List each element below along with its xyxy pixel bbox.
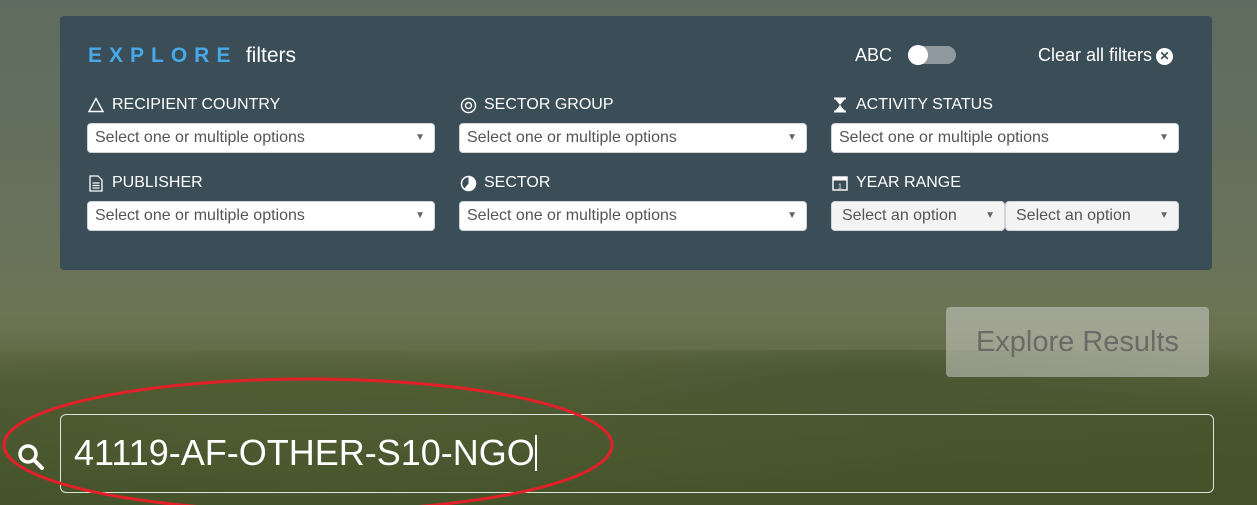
triangle-icon — [87, 96, 105, 114]
sector-label: SECTOR — [459, 174, 550, 192]
year-range-from-select[interactable]: Select an option ▼ — [831, 201, 1005, 231]
chevron-down-icon: ▼ — [985, 210, 995, 221]
year-range-to-select[interactable]: Select an option ▼ — [1005, 201, 1179, 231]
clear-all-filters-button[interactable]: Clear all filters ✕ — [1038, 45, 1174, 66]
calendar-icon: 1 — [831, 174, 849, 192]
x-circle-icon: ✕ — [1156, 48, 1174, 65]
year-range-label: 1 YEAR RANGE — [831, 174, 961, 192]
chevron-down-icon: ▼ — [1159, 132, 1169, 143]
sector-group-select[interactable]: Select one or multiple options ▼ — [459, 123, 807, 153]
svg-text:1: 1 — [838, 184, 842, 191]
chevron-down-icon: ▼ — [415, 132, 425, 143]
activity-status-select[interactable]: Select one or multiple options ▼ — [831, 123, 1179, 153]
chevron-down-icon: ▼ — [415, 210, 425, 221]
search-icon[interactable] — [16, 442, 46, 472]
recipient-country-label: RECIPIENT COUNTRY — [87, 96, 280, 114]
activity-status-label: ACTIVITY STATUS — [831, 96, 993, 114]
pie-chart-icon — [459, 174, 477, 192]
abc-toggle[interactable] — [908, 45, 956, 65]
hourglass-icon — [831, 96, 849, 114]
chevron-down-icon: ▼ — [787, 132, 797, 143]
clear-all-filters-label: Clear all filters — [1038, 45, 1153, 65]
abc-label: ABC — [855, 45, 893, 65]
sector-select[interactable]: Select one or multiple options ▼ — [459, 201, 807, 231]
title-filters: filters — [245, 44, 296, 67]
explore-results-button[interactable]: Explore Results — [946, 307, 1209, 377]
title-explore: EXPLORE — [88, 44, 238, 67]
panel-title: EXPLORE filters — [88, 44, 296, 68]
publisher-select[interactable]: Select one or multiple options ▼ — [87, 201, 435, 231]
recipient-country-select[interactable]: Select one or multiple options ▼ — [87, 123, 435, 153]
publisher-label: PUBLISHER — [87, 174, 203, 192]
target-circle-icon — [459, 96, 477, 114]
sector-group-label: SECTOR GROUP — [459, 96, 614, 114]
document-icon — [87, 174, 105, 192]
search-input-value: 41119-AF-OTHER-S10-NGO — [74, 432, 537, 473]
chevron-down-icon: ▼ — [1159, 210, 1169, 221]
explore-filters-panel: EXPLORE filters ABC Clear all filters ✕ R… — [60, 16, 1212, 270]
text-caret — [534, 435, 537, 471]
toggle-knob — [908, 45, 928, 65]
chevron-down-icon: ▼ — [787, 210, 797, 221]
